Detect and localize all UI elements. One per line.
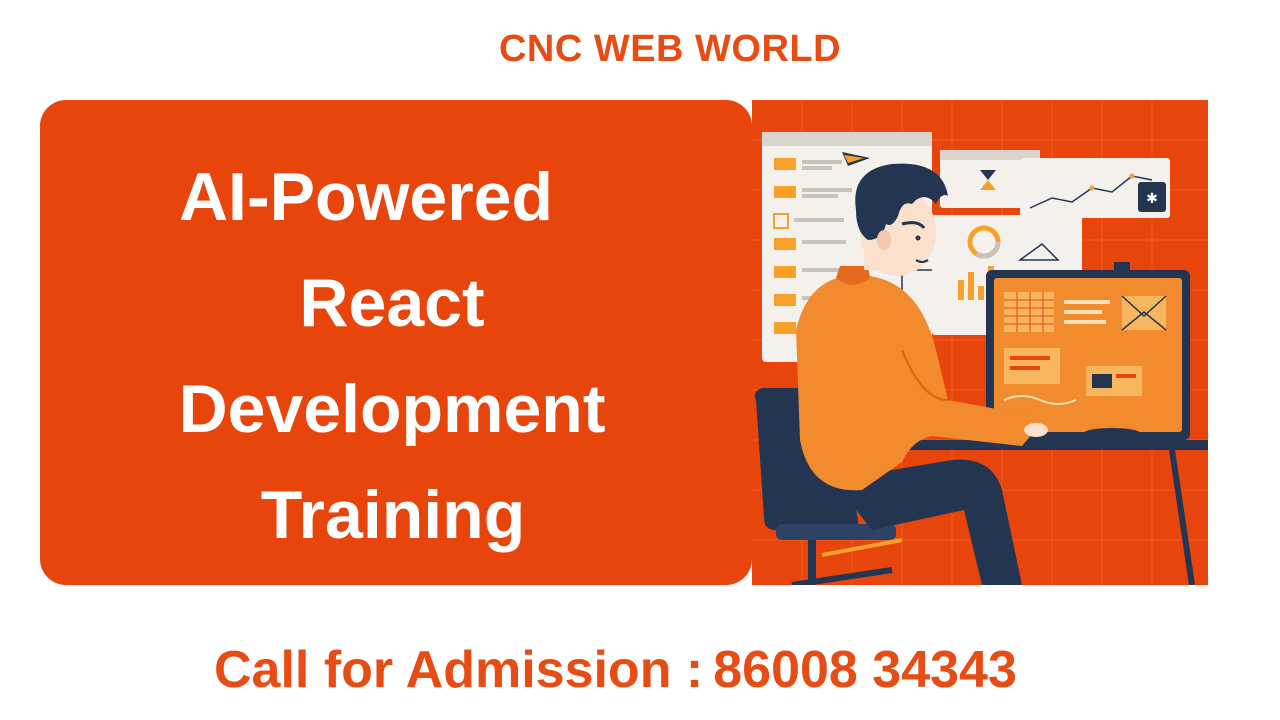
admission-label: Call for Admission : [214,641,704,699]
phone-number[interactable]: 86008 34343 [713,641,1017,699]
brand-name: CNC WEB WORLD [498,28,842,70]
title-line: Development [178,371,606,447]
svg-text:✱: ✱ [1146,191,1158,207]
admission-call-line: Call for Admission :86008 34343 [214,640,1017,700]
title-line: Training [260,477,526,553]
title-line: AI-Powered [178,159,554,235]
developer-at-computer-illustration: ✱ [752,100,1208,585]
title-text: AI-Powered React Development Training [40,144,752,568]
title-card: AI-Powered React Development Training [40,100,752,585]
title-line: React [299,265,485,341]
